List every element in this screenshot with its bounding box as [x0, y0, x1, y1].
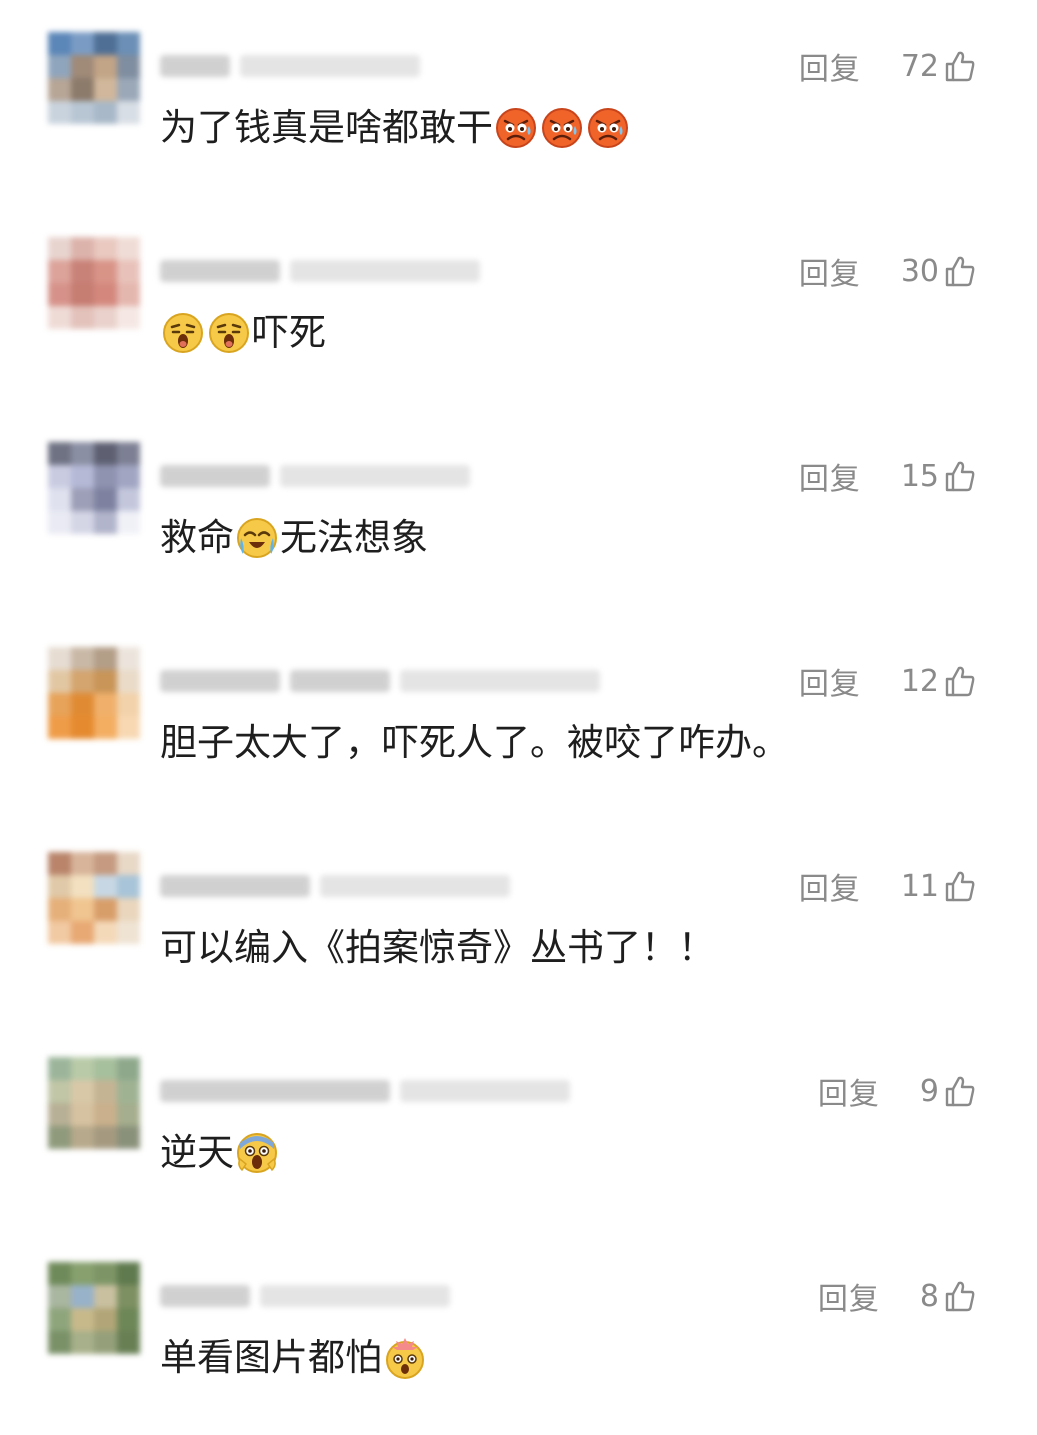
- comment-text: 单看图片都怕: [160, 1330, 428, 1386]
- comment-text: 为了钱真是啥都敢干: [160, 100, 631, 156]
- like-count: 11: [900, 868, 939, 904]
- like-count: 30: [900, 253, 939, 289]
- thumbs-up-icon[interactable]: [943, 459, 977, 493]
- comment-text: 救命 无法想象: [160, 510, 428, 566]
- reply-button[interactable]: 回复: [818, 1274, 880, 1318]
- comment-item: 回复 72 为了钱真是啥都敢干: [0, 0, 1037, 205]
- comment-text-segment: 逆天: [160, 1131, 234, 1174]
- comment-actions: 回复 72: [799, 44, 977, 88]
- reply-button[interactable]: 回复: [799, 659, 861, 703]
- screaming-emoji: [235, 1131, 279, 1175]
- comment-actions: 回复 8: [818, 1274, 977, 1318]
- username-redacted[interactable]: [160, 458, 470, 494]
- user-avatar[interactable]: [48, 852, 140, 944]
- angry-sweat-emoji: [494, 106, 538, 150]
- thumbs-up-icon[interactable]: [943, 664, 977, 698]
- user-avatar[interactable]: [48, 32, 140, 124]
- angry-sweat-emoji: [586, 106, 630, 150]
- crying-emoji: [235, 516, 279, 560]
- comment-text: 可以编入《拍案惊奇》丛书了！！: [160, 920, 715, 976]
- comment-text: 胆子太大了，吓死人了。被咬了咋办。: [160, 715, 789, 771]
- comment-text-segment: 为了钱真是啥都敢干: [160, 106, 493, 149]
- shocked-yawn-emoji: [207, 311, 251, 355]
- angry-sweat-emoji: [540, 106, 584, 150]
- comment-text-segment: 胆子太大了，吓死人了。被咬了咋办。: [160, 721, 789, 764]
- thumbs-up-icon[interactable]: [943, 1074, 977, 1108]
- comment-text-segment: 吓死: [252, 311, 326, 354]
- comment-text: 吓死: [160, 305, 326, 361]
- comment-text: 逆天: [160, 1125, 280, 1181]
- user-avatar[interactable]: [48, 442, 140, 534]
- user-avatar[interactable]: [48, 1262, 140, 1354]
- comment-item: 回复 15 救命 无法想象: [0, 410, 1037, 615]
- comment-item: 回复 12 胆子太大了，吓死人了。被咬了咋办。: [0, 615, 1037, 820]
- comment-actions: 回复 11: [799, 864, 977, 908]
- comment-text-segment: 救命: [160, 516, 234, 559]
- exploding-head-emoji: [383, 1336, 427, 1380]
- username-redacted[interactable]: [160, 253, 480, 289]
- username-redacted[interactable]: [160, 868, 510, 904]
- reply-button[interactable]: 回复: [799, 864, 861, 908]
- user-avatar[interactable]: [48, 1057, 140, 1149]
- thumbs-up-icon[interactable]: [943, 1279, 977, 1313]
- like-count: 8: [919, 1278, 939, 1314]
- shocked-yawn-emoji: [161, 311, 205, 355]
- reply-button[interactable]: 回复: [799, 249, 861, 293]
- reply-button[interactable]: 回复: [799, 44, 861, 88]
- thumbs-up-icon[interactable]: [943, 49, 977, 83]
- like-count: 9: [919, 1073, 939, 1109]
- comment-actions: 回复 30: [799, 249, 977, 293]
- reply-button[interactable]: 回复: [799, 454, 861, 498]
- comment-actions: 回复 9: [818, 1069, 977, 1113]
- username-redacted[interactable]: [160, 1278, 450, 1314]
- comment-actions: 回复 15: [799, 454, 977, 498]
- thumbs-up-icon[interactable]: [943, 869, 977, 903]
- like-count: 15: [900, 458, 939, 494]
- reply-button[interactable]: 回复: [818, 1069, 880, 1113]
- user-avatar[interactable]: [48, 237, 140, 329]
- like-count: 12: [900, 663, 939, 699]
- username-redacted[interactable]: [160, 663, 600, 699]
- comment-item: 回复 9 逆天: [0, 1025, 1037, 1230]
- comment-item: 回复 30 吓死: [0, 205, 1037, 410]
- comment-item: 回复 11 可以编入《拍案惊奇》丛书了！！: [0, 820, 1037, 1025]
- thumbs-up-icon[interactable]: [943, 254, 977, 288]
- username-redacted[interactable]: [160, 48, 420, 84]
- like-count: 72: [900, 48, 939, 84]
- user-avatar[interactable]: [48, 647, 140, 739]
- comment-list: 回复 72 为了钱真是啥都敢干 回复 30 吓死 回复 15 救命 无法想象 回…: [0, 0, 1037, 1435]
- comment-text-segment: 可以编入《拍案惊奇》丛书了！！: [160, 926, 715, 969]
- comment-actions: 回复 12: [799, 659, 977, 703]
- comment-item: 回复 8 单看图片都怕: [0, 1230, 1037, 1435]
- comment-text-segment: 单看图片都怕: [160, 1336, 382, 1379]
- comment-text-segment: 无法想象: [280, 516, 428, 559]
- username-redacted[interactable]: [160, 1073, 570, 1109]
